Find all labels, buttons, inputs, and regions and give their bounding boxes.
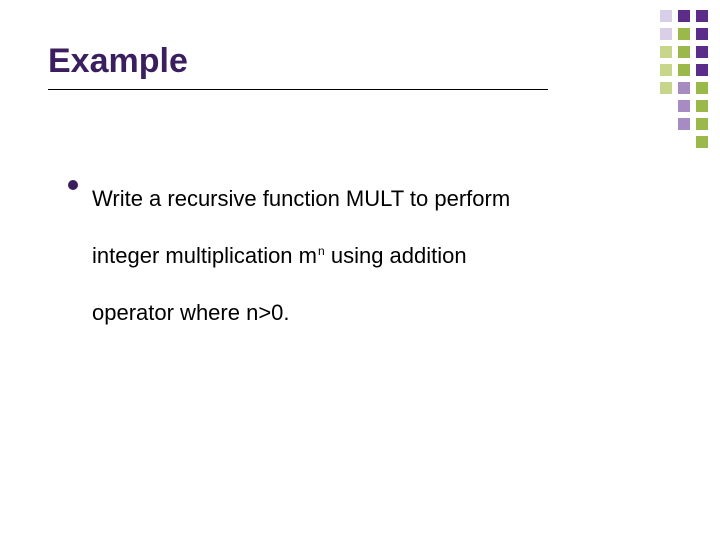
bullet-item: Write a recursive function MULT to perfo… <box>68 170 668 342</box>
deco-dot <box>696 64 708 76</box>
deco-dot <box>696 28 708 40</box>
body-line-3: operator where n>0. <box>92 300 290 325</box>
bullet-text: Write a recursive function MULT to perfo… <box>92 170 668 342</box>
deco-dot <box>678 82 690 94</box>
deco-dot <box>696 82 708 94</box>
slide-title: Example <box>48 42 548 81</box>
body-line-1: Write a recursive function MULT to perfo… <box>92 186 510 211</box>
deco-dot <box>660 82 672 94</box>
deco-dot <box>678 64 690 76</box>
deco-dot <box>660 28 672 40</box>
deco-dot <box>678 10 690 22</box>
deco-dot <box>678 28 690 40</box>
deco-dot <box>660 46 672 58</box>
deco-dot <box>678 118 690 130</box>
title-block: Example <box>48 42 548 90</box>
slide-body: Write a recursive function MULT to perfo… <box>68 170 668 342</box>
corner-decoration <box>660 10 708 148</box>
body-line-2a: integer multiplication m <box>92 243 317 268</box>
deco-dot <box>696 100 708 112</box>
deco-dot <box>660 64 672 76</box>
deco-dot <box>696 10 708 22</box>
deco-dot <box>696 118 708 130</box>
deco-dot <box>696 46 708 58</box>
deco-dot <box>678 100 690 112</box>
bullet-icon <box>68 180 78 190</box>
deco-dot <box>660 10 672 22</box>
superscript-n: n <box>317 244 325 258</box>
deco-dot <box>696 136 708 148</box>
deco-dot <box>678 46 690 58</box>
body-line-2b: using addition <box>325 243 467 268</box>
